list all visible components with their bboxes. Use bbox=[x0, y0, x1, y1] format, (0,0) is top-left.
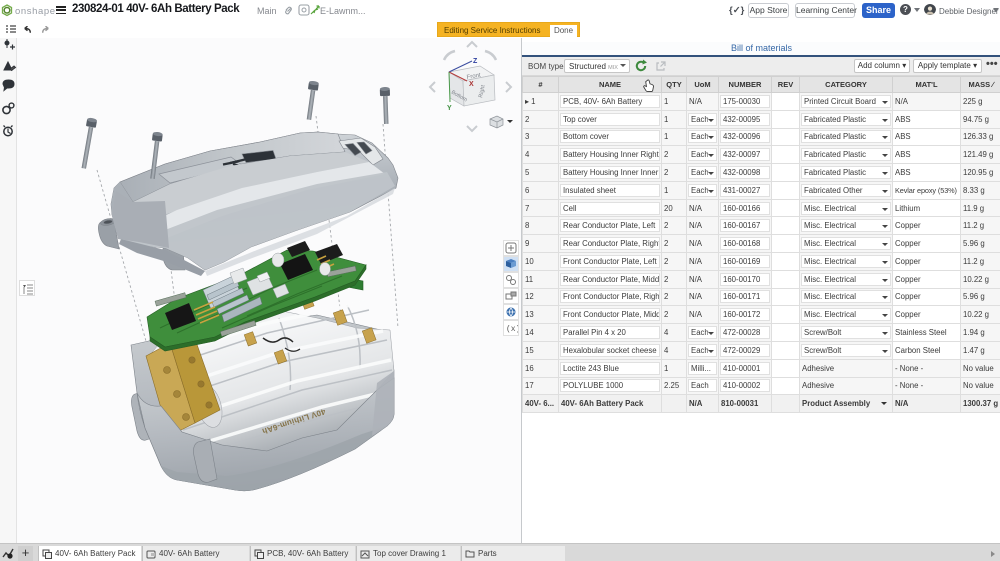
svg-text:X: X bbox=[469, 81, 474, 88]
svg-text:(x): (x) bbox=[506, 325, 518, 334]
svg-text:Z: Z bbox=[473, 58, 478, 65]
svg-text:Y: Y bbox=[447, 105, 452, 112]
